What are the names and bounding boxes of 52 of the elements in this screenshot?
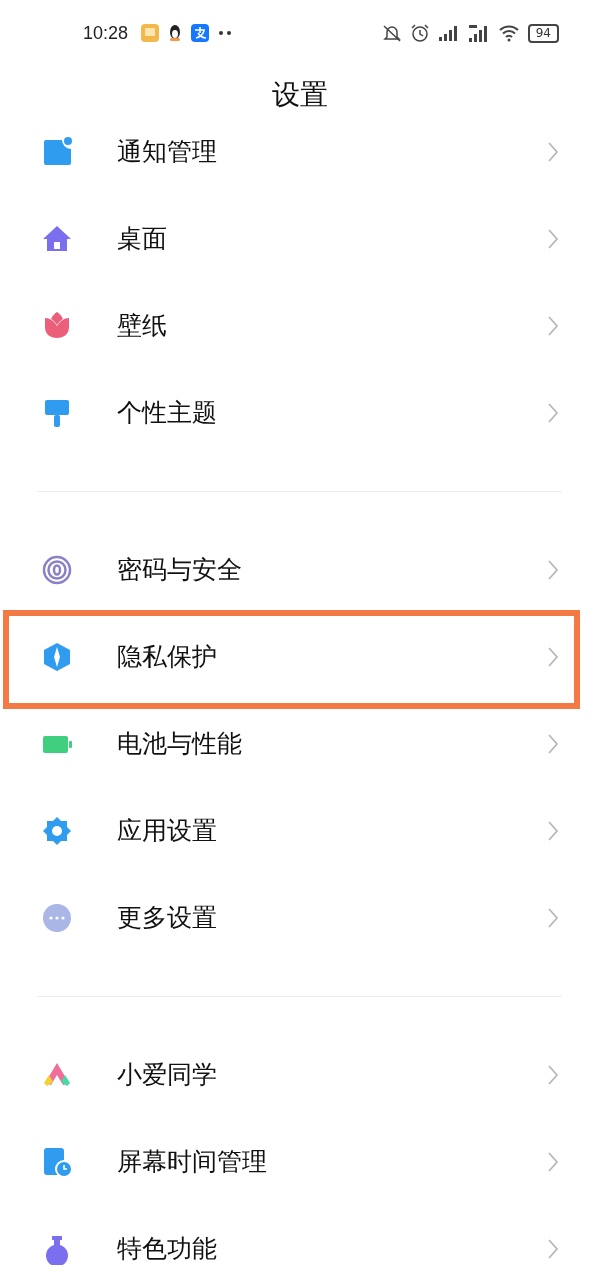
- chevron-right-icon: [547, 906, 559, 929]
- settings-item[interactable]: 电池与性能: [0, 700, 599, 787]
- chevron-right-icon: [547, 314, 559, 337]
- item-label: 电池与性能: [117, 728, 243, 760]
- settings-icon: [41, 814, 73, 847]
- signal-hd-icon: [467, 24, 490, 42]
- chevron-right-icon: [547, 558, 559, 581]
- bell-muted-icon: [381, 23, 402, 43]
- notes-app-icon: [140, 23, 161, 43]
- clock-screen-icon: [41, 1145, 73, 1178]
- chevron-right-icon: [547, 645, 559, 668]
- wifi-icon: [497, 24, 520, 42]
- item-label: 特色功能: [117, 1233, 218, 1265]
- chevron-right-icon: [547, 1150, 559, 1173]
- settings-item[interactable]: 壁纸: [0, 282, 599, 369]
- payment-app-icon: [190, 23, 211, 43]
- more-icon: [41, 901, 73, 934]
- settings-item[interactable]: 小爱同学: [0, 1031, 599, 1118]
- item-label: 通知管理: [117, 136, 218, 168]
- settings-item[interactable]: 桌面: [0, 195, 599, 282]
- chevron-right-icon: [547, 227, 559, 250]
- settings-item[interactable]: 屏幕时间管理: [0, 1118, 599, 1205]
- item-label: 更多设置: [117, 902, 218, 934]
- notification-icon: [41, 135, 73, 168]
- settings-item[interactable]: 通知管理: [0, 108, 599, 195]
- item-label: 壁纸: [117, 310, 168, 342]
- chevron-right-icon: [547, 140, 559, 163]
- chevron-right-icon: [547, 819, 559, 842]
- chevron-right-icon: [547, 732, 559, 755]
- status-time: 10:28: [83, 22, 129, 44]
- chevron-right-icon: [547, 1237, 559, 1260]
- item-label: 应用设置: [117, 815, 218, 847]
- penguin-icon: [168, 24, 183, 42]
- item-label: 隐私保护: [117, 641, 218, 673]
- page-title: 设置: [271, 81, 328, 109]
- more-dots-icon: [218, 30, 233, 36]
- settings-item[interactable]: 隐私保护: [0, 613, 599, 700]
- item-label: 个性主题: [117, 397, 218, 429]
- item-label: 小爱同学: [117, 1059, 218, 1091]
- alarm-clock-icon: [409, 23, 430, 43]
- settings-item[interactable]: 个性主题: [0, 369, 599, 456]
- item-label: 桌面: [117, 223, 168, 255]
- settings-item[interactable]: 特色功能: [0, 1205, 599, 1273]
- settings-item[interactable]: 密码与安全: [0, 526, 599, 613]
- settings-item[interactable]: 更多设置: [0, 874, 599, 961]
- battery-level: 94: [527, 23, 559, 43]
- item-label: 屏幕时间管理: [117, 1146, 268, 1178]
- settings-item[interactable]: 应用设置: [0, 787, 599, 874]
- signal-icon: [437, 25, 460, 41]
- chevron-right-icon: [547, 401, 559, 424]
- chevron-right-icon: [547, 1063, 559, 1086]
- item-label: 密码与安全: [117, 554, 243, 586]
